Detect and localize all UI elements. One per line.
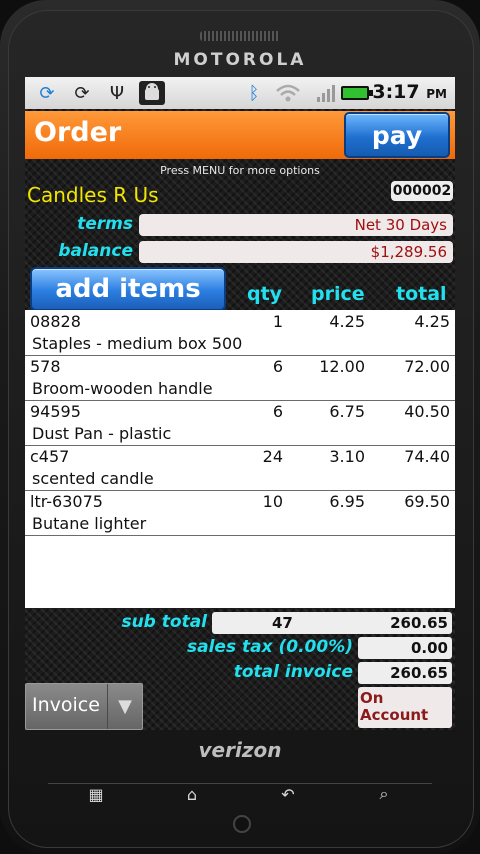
document-type-label: Invoice	[32, 694, 100, 716]
signal-icon	[315, 81, 337, 105]
item-description: Dust Pan - plastic	[32, 424, 172, 443]
total-column-header: total	[396, 283, 447, 305]
item-code: c457	[30, 447, 70, 466]
camera-lens	[233, 815, 251, 833]
usb-icon: Ψ	[109, 82, 125, 104]
item-code: 578	[30, 357, 61, 376]
item-price: 6.95	[329, 492, 365, 511]
terms-field[interactable]: Net 30 Days	[139, 214, 453, 236]
carrier-logo: verizon	[198, 738, 282, 762]
item-total: 4.25	[414, 312, 450, 331]
item-price: 12.00	[319, 357, 365, 376]
menu-hint: Press MENU for more options	[160, 164, 320, 177]
bluetooth-icon: ᛒ	[248, 82, 260, 104]
item-qty: 6	[272, 402, 283, 421]
subtotal-box: 47 260.65	[212, 612, 452, 634]
order-header: Order pay	[25, 111, 455, 159]
item-price: 6.75	[329, 402, 365, 421]
list-item[interactable]: 94595 Dust Pan - plastic 6 6.75 40.50	[25, 400, 455, 446]
sync-icon: ⟳	[74, 82, 90, 104]
item-total: 40.50	[404, 402, 450, 421]
item-code: ltr-63075	[30, 492, 103, 511]
home-icon[interactable]: ⌂	[144, 783, 240, 804]
pay-button[interactable]: pay	[344, 112, 450, 158]
balance-label: balance	[58, 241, 133, 261]
status-bar: ⟳ ⟳ Ψ ᛒ 3:17 PM	[25, 77, 455, 109]
phone-frame: MOTOROLA ⟳ ⟳ Ψ ᛒ 3:17 PM Order pay Press…	[0, 0, 480, 854]
qty-column-header: qty	[247, 283, 283, 305]
item-total: 69.50	[404, 492, 450, 511]
list-item[interactable]: 08828 Staples - medium box 500 1 4.25 4.…	[25, 310, 455, 356]
item-total: 72.00	[404, 357, 450, 376]
sales-tax-label[interactable]: sales tax (0.00%)	[145, 637, 353, 657]
list-item[interactable]: 578 Broom-wooden handle 6 12.00 72.00	[25, 355, 455, 401]
item-description: Butane lighter	[32, 514, 147, 533]
item-qty: 10	[262, 492, 283, 511]
item-description: Broom-wooden handle	[32, 379, 213, 398]
order-number: 000002	[391, 181, 453, 201]
back-icon[interactable]: ↶	[240, 783, 336, 804]
total-invoice-value: 260.65	[358, 662, 452, 684]
total-invoice-label: total invoice	[233, 662, 353, 682]
line-items-list[interactable]: 08828 Staples - medium box 500 1 4.25 4.…	[25, 310, 455, 608]
item-code: 08828	[30, 312, 81, 331]
screen: ⟳ ⟳ Ψ ᛒ 3:17 PM Order pay Press MENU for…	[25, 77, 455, 730]
subtotal-qty: 47	[272, 614, 293, 632]
item-price: 3.10	[329, 447, 365, 466]
wifi-icon	[275, 81, 301, 105]
document-type-select[interactable]: Invoice ▼	[25, 683, 143, 730]
price-column-header: price	[311, 283, 365, 305]
item-code: 94595	[30, 402, 81, 421]
customer-name[interactable]: Candles R Us	[27, 183, 159, 207]
item-price: 4.25	[329, 312, 365, 331]
payment-status-line1: On	[360, 689, 384, 707]
subtotal-value: 260.65	[390, 614, 448, 632]
item-description: Staples - medium box 500	[32, 334, 243, 353]
sync-blue-icon: ⟳	[39, 82, 55, 104]
chevron-down-icon[interactable]: ▼	[107, 684, 142, 729]
item-qty: 24	[262, 447, 283, 466]
item-total: 74.40	[404, 447, 450, 466]
list-item[interactable]: ltr-63075 Butane lighter 10 6.95 69.50	[25, 490, 455, 536]
battery-icon	[339, 81, 375, 105]
item-qty: 6	[272, 357, 283, 376]
page-title: Order	[34, 117, 122, 148]
item-description: scented candle	[32, 469, 154, 488]
payment-status-line2: Account	[360, 706, 429, 724]
search-icon[interactable]: ⌕	[336, 783, 432, 804]
sales-tax-value: 0.00	[358, 637, 452, 659]
terms-label: terms	[77, 214, 133, 234]
earpiece-speaker	[200, 31, 280, 41]
brand-logo: MOTOROLA	[173, 50, 307, 70]
item-qty: 1	[272, 312, 283, 331]
subtotal-label: sub total	[121, 612, 207, 632]
list-item[interactable]: c457 scented candle 24 3.10 74.40	[25, 445, 455, 491]
android-debug-icon	[137, 81, 167, 105]
balance-field: $1,289.56	[139, 241, 453, 263]
payment-status[interactable]: On Account	[358, 687, 452, 728]
clock: 3:17 PM	[372, 81, 447, 103]
menu-icon[interactable]: ▦	[48, 783, 144, 804]
add-items-button[interactable]: add items	[30, 267, 226, 311]
